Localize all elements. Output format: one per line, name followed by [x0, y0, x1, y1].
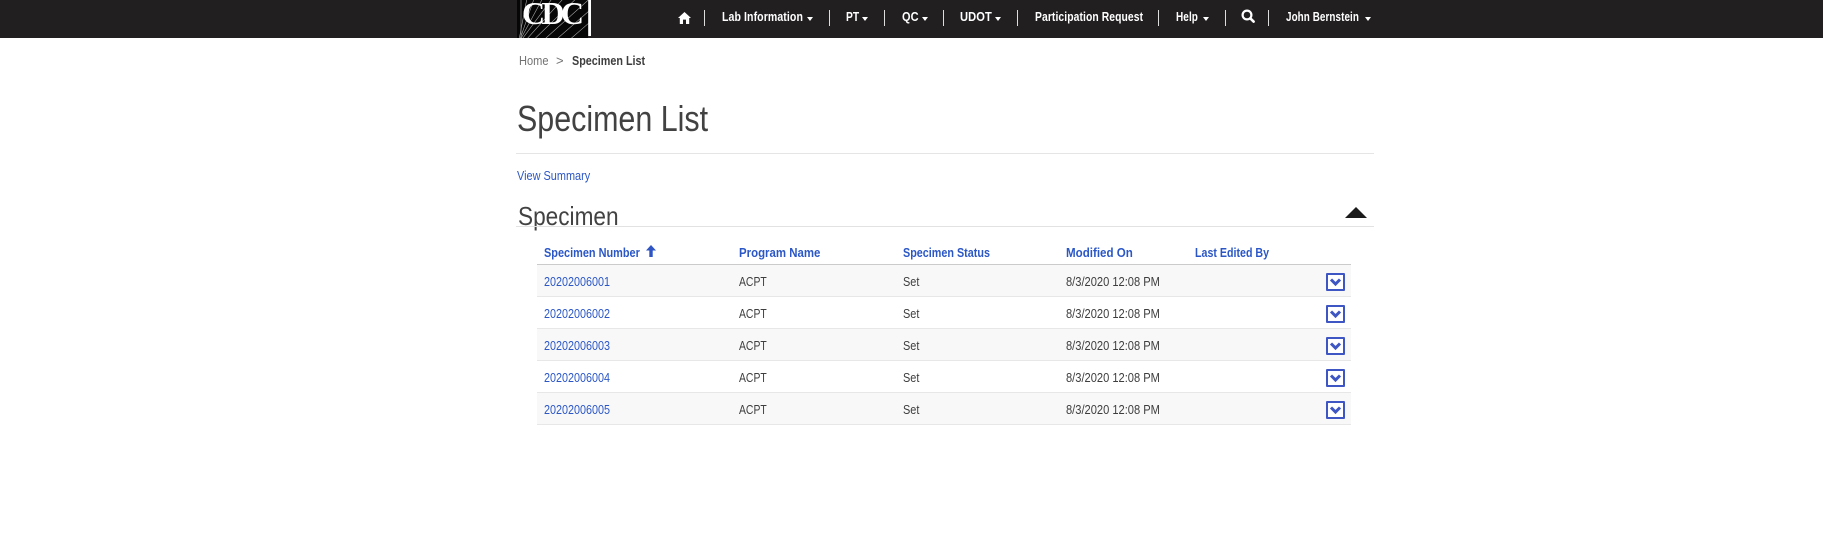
svg-text:CDC: CDC: [522, 0, 584, 31]
